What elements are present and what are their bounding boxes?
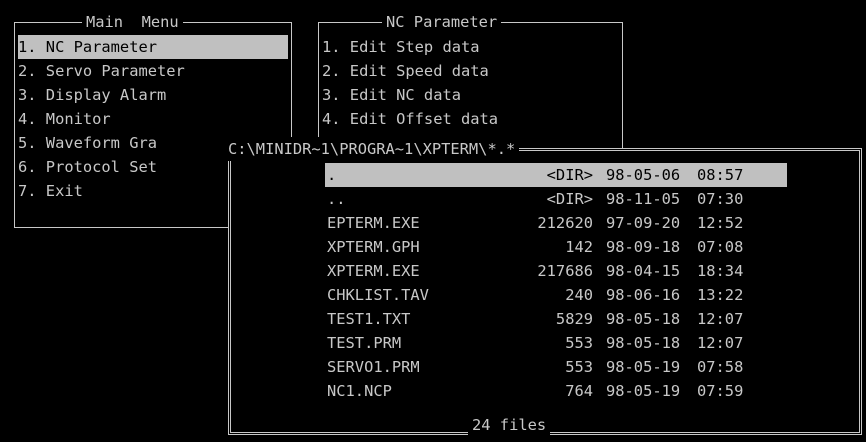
file-name: EPTERM.EXE: [327, 214, 420, 232]
file-time: 07:08: [697, 238, 744, 256]
file-row[interactable]: TEST1.TXT 5829 98-05-18 12:07: [325, 307, 787, 331]
file-time: 13:22: [697, 286, 744, 304]
main-menu-title: Main Menu: [82, 10, 183, 34]
file-time: 12:07: [697, 334, 744, 352]
main-menu-item[interactable]: 3. Display Alarm: [18, 83, 166, 107]
nc-parameter-title: NC Parameter: [382, 10, 502, 34]
file-size: 553: [565, 358, 593, 376]
file-size: <DIR>: [546, 190, 593, 208]
file-name: SERVO1.PRM: [327, 358, 420, 376]
file-size: 5829: [555, 310, 593, 328]
file-time: 08:57: [697, 166, 744, 184]
file-date: 98-06-16: [606, 286, 681, 304]
file-date: 98-04-15: [606, 262, 681, 280]
file-name: CHKLIST.TAV: [327, 286, 429, 304]
file-time: 18:34: [697, 262, 744, 280]
nc-parameter-item[interactable]: 4. Edit Offset data: [322, 107, 498, 131]
main-menu-item[interactable]: 5. Waveform Gra: [18, 131, 157, 155]
main-menu-item[interactable]: 1. NC Parameter: [18, 35, 288, 59]
file-size: 240: [565, 286, 593, 304]
file-time: 07:59: [697, 382, 744, 400]
file-name: XPTERM.EXE: [327, 262, 420, 280]
file-row[interactable]: .. <DIR> 98-11-05 07:30: [325, 187, 787, 211]
file-row[interactable]: . <DIR> 98-05-06 08:57: [325, 163, 787, 187]
file-name: TEST1.TXT: [327, 310, 411, 328]
file-row[interactable]: SERVO1.PRM 553 98-05-19 07:58: [325, 355, 787, 379]
nc-parameter-item[interactable]: 3. Edit NC data: [322, 83, 461, 107]
file-time: 07:30: [697, 190, 744, 208]
file-date: 98-05-19: [606, 382, 681, 400]
file-size: 142: [565, 238, 593, 256]
file-row[interactable]: XPTERM.GPH 142 98-09-18 07:08: [325, 235, 787, 259]
nc-parameter-list: 1. Edit Step data 2. Edit Speed data 3. Ed…: [322, 35, 622, 131]
main-menu-item[interactable]: 7. Exit: [18, 179, 83, 203]
file-row[interactable]: EPTERM.EXE 212620 97-09-20 12:52: [325, 211, 787, 235]
file-count-footer: 24 files: [468, 413, 551, 437]
file-time: 12:52: [697, 214, 744, 232]
file-path-label: C:\MINIDR~1\PROGRA~1\XPTERM\*.*: [228, 137, 520, 161]
file-row[interactable]: CHKLIST.TAV 240 98-06-16 13:22: [325, 283, 787, 307]
file-name: TEST.PRM: [327, 334, 402, 352]
file-size: 217686: [537, 262, 593, 280]
file-size: 764: [565, 382, 593, 400]
file-name: XPTERM.GPH: [327, 238, 420, 256]
file-row[interactable]: NC1.NCP 764 98-05-19 07:59: [325, 379, 787, 403]
file-date: 97-09-20: [606, 214, 681, 232]
file-size: 553: [565, 334, 593, 352]
file-date: 98-05-18: [606, 310, 681, 328]
file-date: 98-11-05: [606, 190, 681, 208]
file-name: ..: [327, 190, 346, 208]
nc-parameter-item[interactable]: 2. Edit Speed data: [322, 59, 489, 83]
file-date: 98-05-06: [606, 166, 681, 184]
file-time: 07:58: [697, 358, 744, 376]
file-time: 12:07: [697, 310, 744, 328]
main-menu-item[interactable]: 6. Protocol Set: [18, 155, 157, 179]
file-name: .: [327, 166, 337, 184]
file-list: . <DIR> 98-05-06 08:57.. <DIR> 98-11-05 07:30 E…: [325, 163, 787, 403]
main-menu-item[interactable]: 2. Servo Parameter: [18, 59, 185, 83]
file-size: <DIR>: [546, 166, 593, 184]
file-size: 212620: [537, 214, 593, 232]
file-date: 98-05-19: [606, 358, 681, 376]
file-row[interactable]: XPTERM.EXE 217686 98-04-15 18:34: [325, 259, 787, 283]
file-row[interactable]: TEST.PRM 553 98-05-18 12:07: [325, 331, 787, 355]
file-date: 98-05-18: [606, 334, 681, 352]
file-date: 98-09-18: [606, 238, 681, 256]
nc-parameter-item[interactable]: 1. Edit Step data: [322, 35, 480, 59]
file-name: NC1.NCP: [327, 382, 392, 400]
main-menu-item[interactable]: 4. Monitor: [18, 107, 111, 131]
